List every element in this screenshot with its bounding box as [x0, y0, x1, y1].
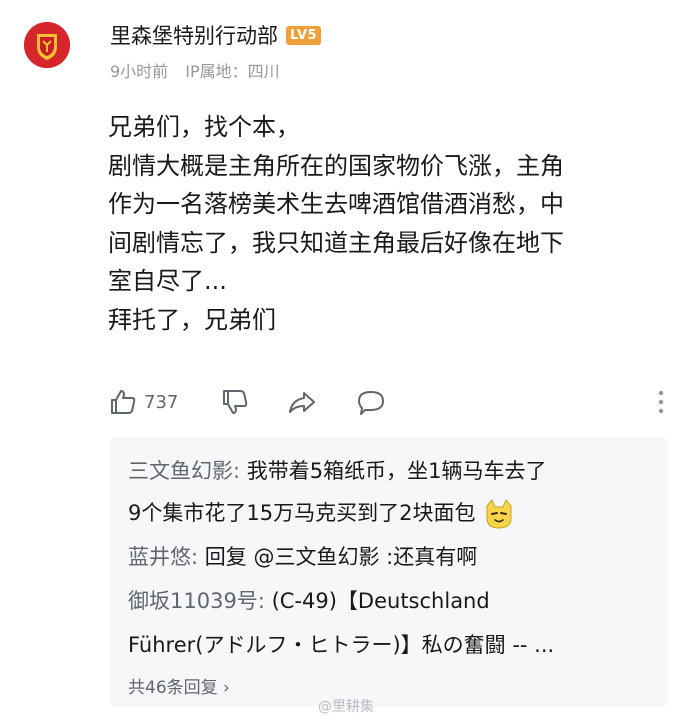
reply-text: 回复 @三文鱼幻影 :还真有啊 — [204, 545, 478, 569]
thumbs-down-icon — [223, 390, 248, 414]
content-line: 间剧情忘了，我只知道主角最后好像在地下 — [108, 228, 564, 257]
reply-button[interactable] — [356, 384, 386, 420]
reply-author[interactable]: 三文鱼幻影 — [128, 459, 233, 483]
comment-content: 兄弟们，找个本， 剧情大概是主角所在的国家物价飞涨，主角 作为一名落榜美术生去啤… — [108, 108, 678, 339]
like-count: 737 — [144, 391, 179, 413]
content-line: 拜托了，兄弟们 — [108, 305, 276, 334]
more-vertical-icon — [658, 390, 664, 414]
reply-author[interactable]: 御坂11039号 — [128, 589, 258, 613]
reply-text: 9个集市花了15万马克买到了2块面包 — [128, 501, 476, 525]
watermark: @里耕集 — [318, 699, 374, 715]
comment-actions: 737 — [108, 384, 668, 420]
reply-separator: : — [191, 545, 205, 569]
timestamp: 9小时前 — [110, 62, 169, 81]
content-line: 作为一名落榜美术生去啤酒馆借酒消愁，中 — [108, 190, 564, 218]
content-line: 剧情大概是主角所在的国家物价飞涨，主角 — [108, 151, 564, 180]
reply-item-continued: 9个集市花了15万马克买到了2块面包 — [128, 497, 515, 530]
comment-meta: 9小时前 IP属地：四川 — [110, 58, 280, 82]
cat-emoji-icon — [486, 499, 512, 529]
reply-text: Führer(アドルフ・ヒトラー)】私の奮闘 -- ... — [128, 633, 555, 657]
avatar[interactable] — [24, 22, 70, 68]
thumbs-up-icon — [111, 390, 136, 414]
username[interactable]: 里森堡特别行动部 — [110, 20, 278, 50]
reply-item[interactable]: 蓝井悠: 回复 @三文鱼幻影 :还真有啊 — [128, 541, 477, 571]
content-line: 兄弟们，找个本， — [108, 113, 300, 141]
reply-separator: : — [233, 459, 247, 483]
more-button[interactable] — [654, 388, 668, 420]
reply-preview-box[interactable]: 三文鱼幻影: 我带着5箱纸币，坐1辆马车去了 9个集市花了15万马克买到了2块面… — [110, 437, 668, 707]
view-all-replies-link[interactable]: 共46条回复 › — [128, 673, 230, 698]
avatar-emblem — [24, 22, 70, 68]
content-line: 室自尽了... — [108, 267, 227, 295]
level-badge: LV5 — [286, 25, 322, 45]
reply-text: (C-49)【Deutschland — [271, 589, 490, 613]
share-icon — [289, 392, 315, 413]
like-button[interactable]: 737 — [108, 384, 178, 420]
comment-author[interactable]: 里森堡特别行动部 LV5 — [110, 20, 322, 50]
dislike-button[interactable] — [220, 384, 250, 420]
reply-item-continued: Führer(アドルフ・ヒトラー)】私の奮闘 -- ... — [128, 629, 554, 659]
ip-location: IP属地：四川 — [185, 62, 280, 81]
comment-icon — [358, 391, 384, 415]
reply-separator: : — [257, 589, 272, 613]
reply-text: 我带着5箱纸币，坐1辆马车去了 — [246, 459, 547, 483]
reply-item[interactable]: 御坂11039号: (C-49)【Deutschland — [128, 585, 490, 615]
reply-item[interactable]: 三文鱼幻影: 我带着5箱纸币，坐1辆马车去了 — [128, 455, 547, 485]
reply-author[interactable]: 蓝井悠 — [128, 545, 191, 569]
share-button[interactable] — [286, 384, 318, 420]
